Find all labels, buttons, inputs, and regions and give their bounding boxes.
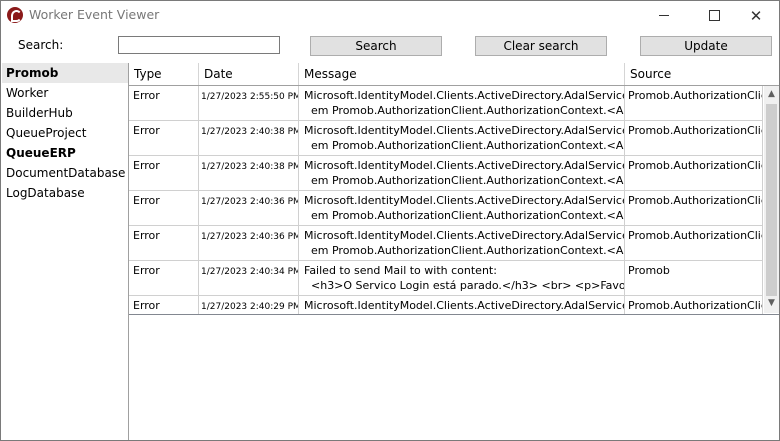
cell-source: Promob — [625, 261, 763, 295]
table-row[interactable]: Error 1/27/2023 2:40:36 PM Microsoft.Ide… — [129, 226, 763, 261]
table-row[interactable]: Error 1/27/2023 2:40:38 PM Microsoft.Ide… — [129, 121, 763, 156]
message-line-2: em Promob.AuthorizationClient.Authorizat… — [311, 139, 625, 152]
cell-source: Promob.AuthorizationClient — [625, 156, 763, 190]
table-row[interactable]: Error 1/27/2023 2:40:29 PM Microsoft.Ide… — [129, 296, 763, 314]
sidebar-item-logdatabase[interactable]: LogDatabase — [2, 183, 128, 203]
cell-date: 1/27/2023 2:40:29 PM — [199, 296, 299, 314]
sidebar-item-worker[interactable]: Worker — [2, 83, 128, 103]
cell-date: 1/27/2023 2:40:34 PM — [199, 261, 299, 295]
app-logo-icon — [7, 7, 23, 23]
maximize-icon — [708, 10, 720, 21]
event-grid: Type Date Message Source Error 1/27/2023… — [129, 63, 779, 315]
scroll-up-icon[interactable]: ▲ — [764, 86, 779, 103]
window-title: Worker Event Viewer — [29, 7, 160, 22]
maximize-button[interactable] — [691, 1, 737, 31]
message-line-2: <h3>O Servico Login está parado.</h3> <b… — [311, 279, 625, 292]
title-bar[interactable]: Worker Event Viewer ✕ — [1, 1, 779, 31]
search-input[interactable] — [118, 36, 280, 54]
cell-source: Promob.AuthorizationClient — [625, 121, 763, 155]
message-line-1: Microsoft.IdentityModel.Clients.ActiveDi… — [304, 299, 625, 312]
cell-date: 1/27/2023 2:40:36 PM — [199, 226, 299, 260]
message-line-1: Failed to send Mail to with content: — [304, 264, 497, 277]
grid-header: Type Date Message Source — [129, 63, 779, 86]
cell-date: 1/27/2023 2:40:38 PM — [199, 156, 299, 190]
cell-source: Promob.AuthorizationClient — [625, 86, 763, 120]
table-row[interactable]: Error 1/27/2023 2:55:50 PM Microsoft.Ide… — [129, 86, 763, 121]
minimize-button[interactable] — [641, 1, 687, 31]
scroll-thumb[interactable] — [766, 104, 777, 296]
source-list: Promob Worker BuilderHub QueueProject Qu… — [2, 63, 129, 440]
column-header-source[interactable]: Source — [625, 63, 779, 85]
column-header-type[interactable]: Type — [129, 63, 199, 85]
cell-type: Error — [129, 86, 199, 120]
cell-message: Microsoft.IdentityModel.Clients.ActiveDi… — [299, 156, 625, 190]
cell-type: Error — [129, 191, 199, 225]
column-header-message[interactable]: Message — [299, 63, 625, 85]
sidebar-item-queueerp[interactable]: QueueERP — [2, 143, 128, 163]
column-header-date[interactable]: Date — [199, 63, 299, 85]
cell-type: Error — [129, 121, 199, 155]
table-row[interactable]: Error 1/27/2023 2:40:36 PM Microsoft.Ide… — [129, 191, 763, 226]
message-line-1: Microsoft.IdentityModel.Clients.ActiveDi… — [304, 159, 625, 172]
cell-source: Promob.AuthorizationClient — [625, 226, 763, 260]
clear-search-button[interactable]: Clear search — [475, 36, 607, 56]
message-line-2: em Promob.AuthorizationClient.Authorizat… — [311, 104, 625, 117]
table-row[interactable]: Error 1/27/2023 2:40:38 PM Microsoft.Ide… — [129, 156, 763, 191]
vertical-scrollbar[interactable]: ▲ ▼ — [764, 86, 779, 313]
minimize-icon — [659, 15, 669, 16]
cell-type: Error — [129, 261, 199, 295]
update-button[interactable]: Update — [640, 36, 772, 56]
cell-type: Error — [129, 156, 199, 190]
cell-source: Promob.AuthorizationClient — [625, 191, 763, 225]
cell-type: Error — [129, 226, 199, 260]
cell-message: Microsoft.IdentityModel.Clients.ActiveDi… — [299, 296, 625, 314]
message-line-2: em Promob.AuthorizationClient.Authorizat… — [311, 209, 625, 222]
cell-message: Microsoft.IdentityModel.Clients.ActiveDi… — [299, 86, 625, 120]
search-button[interactable]: Search — [310, 36, 442, 56]
cell-date: 1/27/2023 2:55:50 PM — [199, 86, 299, 120]
cell-message: Microsoft.IdentityModel.Clients.ActiveDi… — [299, 226, 625, 260]
cell-message: Failed to send Mail to with content: <h3>… — [299, 261, 625, 295]
scroll-down-icon[interactable]: ▼ — [764, 295, 779, 312]
message-line-1: Microsoft.IdentityModel.Clients.ActiveDi… — [304, 89, 625, 102]
cell-source: Promob.AuthorizationClient — [625, 296, 763, 314]
message-line-2: em Promob.AuthorizationClient.Authorizat… — [311, 244, 625, 257]
sidebar-item-promob[interactable]: Promob — [2, 63, 128, 83]
table-row[interactable]: Error 1/27/2023 2:40:34 PM Failed to sen… — [129, 261, 763, 296]
message-line-2: em Promob.AuthorizationClient.Authorizat… — [311, 174, 625, 187]
sidebar-item-documentdatabase[interactable]: DocumentDatabase — [2, 163, 128, 183]
sidebar-item-builderhub[interactable]: BuilderHub — [2, 103, 128, 123]
message-line-1: Microsoft.IdentityModel.Clients.ActiveDi… — [304, 124, 625, 137]
cell-message: Microsoft.IdentityModel.Clients.ActiveDi… — [299, 191, 625, 225]
cell-date: 1/27/2023 2:40:38 PM — [199, 121, 299, 155]
app-window: Worker Event Viewer ✕ Search: Search Cle… — [0, 0, 780, 441]
close-button[interactable]: ✕ — [733, 1, 779, 31]
message-line-1: Microsoft.IdentityModel.Clients.ActiveDi… — [304, 194, 625, 207]
cell-type: Error — [129, 296, 199, 314]
message-line-1: Microsoft.IdentityModel.Clients.ActiveDi… — [304, 229, 625, 242]
search-label: Search: — [18, 38, 64, 52]
cell-message: Microsoft.IdentityModel.Clients.ActiveDi… — [299, 121, 625, 155]
cell-date: 1/27/2023 2:40:36 PM — [199, 191, 299, 225]
sidebar-item-queueproject[interactable]: QueueProject — [2, 123, 128, 143]
